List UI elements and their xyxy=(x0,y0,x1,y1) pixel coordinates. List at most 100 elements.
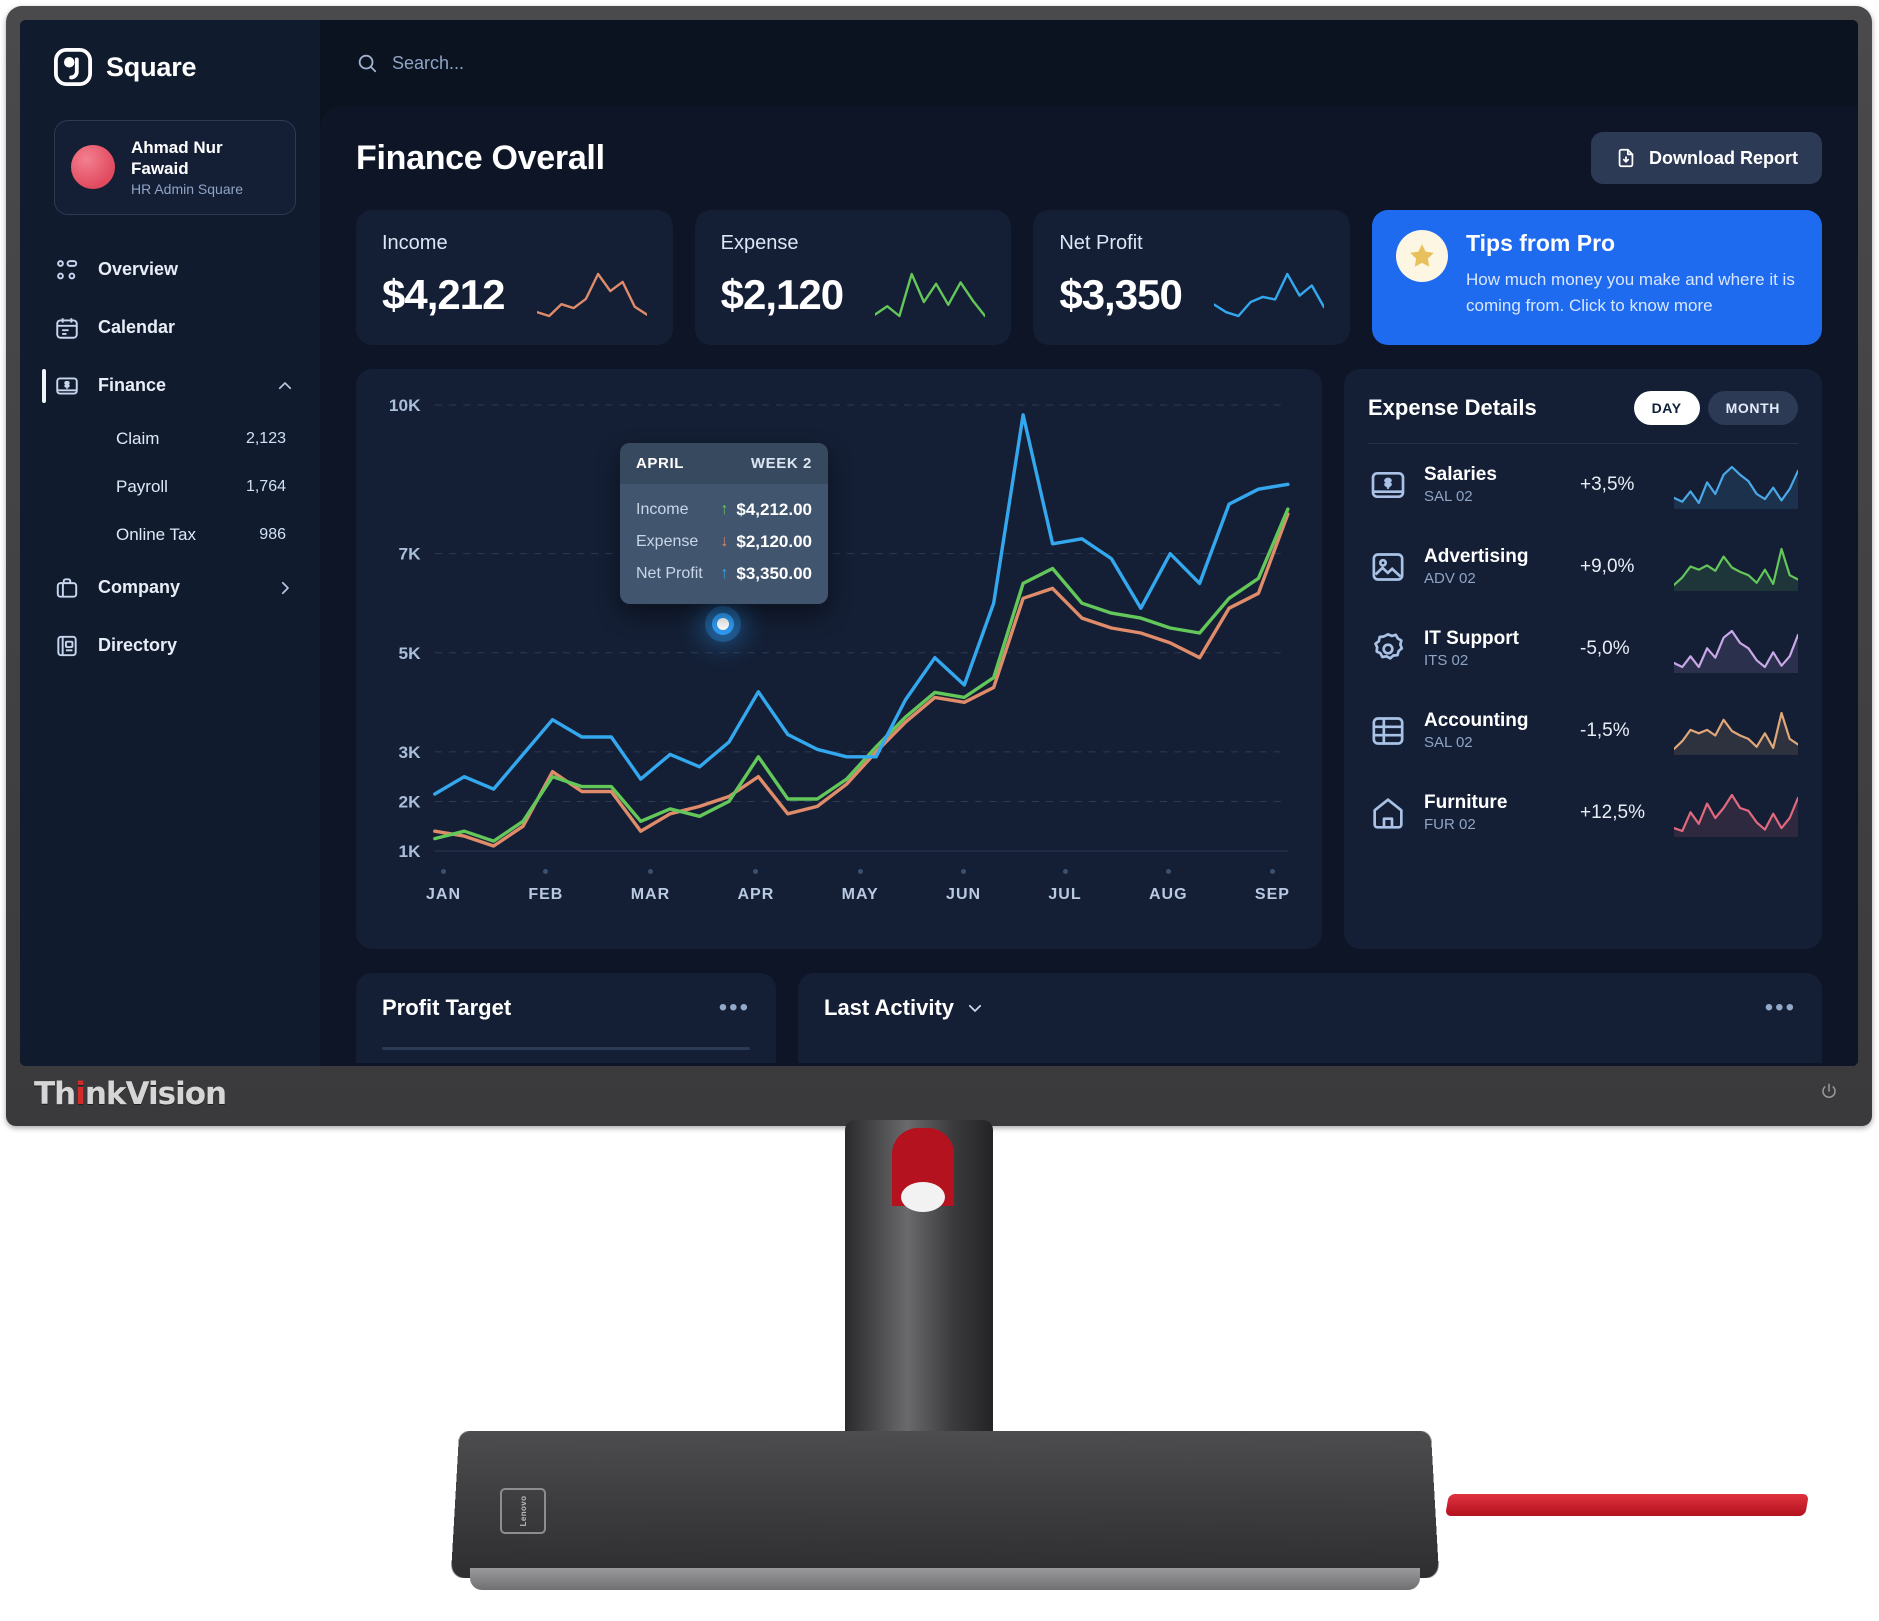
expense-row-it-support[interactable]: IT Support ITS 02 -5,0% xyxy=(1368,608,1798,690)
finance-line-chart-card: 10K 7K 5K 3K 2K 1K APRIL WEEK 2 Income ↑… xyxy=(356,369,1322,949)
stat-value: $2,120 xyxy=(720,271,844,318)
monitor-base-foot xyxy=(470,1568,1420,1590)
brand[interactable]: Square xyxy=(20,20,320,108)
chevron-down-icon[interactable] xyxy=(966,999,984,1017)
chart-highlight-point[interactable] xyxy=(712,613,734,635)
tooltip-body: Income ↑ $4,212.00 Expense ↓ $2,120.00 N… xyxy=(620,484,828,604)
power-icon[interactable] xyxy=(1820,1082,1838,1100)
arrow-up-icon: ↑ xyxy=(720,565,729,582)
salaries-sparkline xyxy=(1674,461,1798,509)
search-icon xyxy=(358,54,377,73)
expense-row-advertising[interactable]: Advertising ADV 02 +9,0% xyxy=(1368,526,1798,608)
furniture-sparkline xyxy=(1674,789,1798,837)
topbar xyxy=(320,20,1858,106)
monitor-body: ThinkVision Square Ahmad Nur Fawaid HR A… xyxy=(6,6,1872,1126)
lenovo-badge: Lenovo xyxy=(500,1488,546,1534)
sidebar-subitem-label: Payroll xyxy=(116,476,168,496)
expense-code: ADV 02 xyxy=(1424,570,1476,588)
profile-card[interactable]: Ahmad Nur Fawaid HR Admin Square xyxy=(54,120,296,215)
profit-target-header: Profit Target ••• xyxy=(382,995,750,1021)
expense-row-accounting[interactable]: Accounting SAL 02 -1,5% xyxy=(1368,690,1798,772)
sidebar-subitem-online-tax[interactable]: Online Tax 986 xyxy=(20,511,320,559)
app-root: Square Ahmad Nur Fawaid HR Admin Square xyxy=(20,20,1858,1066)
tick-dot-icon xyxy=(647,869,653,874)
chart-tooltip: APRIL WEEK 2 Income ↑ $4,212.00 Expense … xyxy=(620,443,828,604)
file-download-icon xyxy=(1618,148,1634,168)
monitor-scene: ThinkVision Square Ahmad Nur Fawaid HR A… xyxy=(0,0,1879,1621)
svg-text:7K: 7K xyxy=(399,544,422,564)
expense-name: Advertising xyxy=(1424,546,1529,568)
expense-sparkline xyxy=(875,269,985,321)
x-axis-tick: JUN xyxy=(946,869,981,904)
arrow-down-icon: ↓ xyxy=(720,533,729,550)
briefcase-icon xyxy=(56,578,78,598)
search-bar[interactable] xyxy=(356,52,732,74)
sidebar-subitem-claim[interactable]: Claim 2,123 xyxy=(20,415,320,463)
stat-card-income[interactable]: Income $4,212 xyxy=(356,210,673,345)
last-activity-title[interactable]: Last Activity xyxy=(824,995,984,1021)
arrow-up-icon: ↑ xyxy=(720,501,729,518)
grid-icon xyxy=(57,259,78,280)
last-activity-header: Last Activity ••• xyxy=(824,995,1796,1021)
search-input[interactable] xyxy=(392,52,732,74)
tooltip-value: $3,350.00 xyxy=(736,564,812,583)
sidebar-item-directory[interactable]: Directory xyxy=(20,617,320,675)
tips-description: How much money you make and where it is … xyxy=(1466,270,1795,315)
stat-card-net-profit[interactable]: Net Profit $3,350 xyxy=(1033,210,1351,345)
chart-plot-area: 10K 7K 5K 3K 2K 1K APRIL WEEK 2 Income ↑… xyxy=(382,395,1296,865)
expense-row-salaries[interactable]: Salaries SAL 02 +3,5% xyxy=(1368,444,1798,526)
stat-cards-row: Income $4,212 Expense $2,120 Net Profit … xyxy=(356,210,1823,345)
chart-zone: 10K 7K 5K 3K 2K 1K APRIL WEEK 2 Income ↑… xyxy=(356,369,1822,949)
svg-text:10K: 10K xyxy=(389,395,421,415)
finance-line-chart: 10K 7K 5K 3K 2K 1K xyxy=(389,395,1296,861)
expense-row-furniture[interactable]: Furniture FUR 02 +12,5% xyxy=(1368,772,1798,854)
download-report-button[interactable]: Download Report xyxy=(1591,132,1822,184)
stat-card-expense[interactable]: Expense $2,120 xyxy=(694,210,1012,345)
sidebar-item-calendar[interactable]: Calendar xyxy=(20,299,320,357)
x-axis-label: JAN xyxy=(426,886,462,903)
sidebar: Square Ahmad Nur Fawaid HR Admin Square xyxy=(20,20,320,1066)
star-badge xyxy=(1396,230,1449,282)
tooltip-key: Income xyxy=(636,501,689,518)
tick-dot-icon xyxy=(1165,869,1171,874)
bill-icon xyxy=(1371,472,1405,498)
expense-name: Salaries xyxy=(1424,464,1497,486)
x-axis-label: FEB xyxy=(528,886,564,903)
tick-dot-icon xyxy=(961,869,967,874)
main-area: Finance Overall Download Report xyxy=(320,20,1858,1066)
tooltip-pointer xyxy=(712,603,736,604)
stand-red-accent xyxy=(1445,1494,1809,1516)
svg-text:3K: 3K xyxy=(399,742,422,762)
tick-dot-icon xyxy=(857,869,863,874)
tips-from-pro-card[interactable]: Tips from Pro How much money you make an… xyxy=(1372,210,1823,345)
x-axis-label: MAY xyxy=(841,886,879,903)
home-icon xyxy=(1373,798,1403,829)
expense-details-card: Expense Details DAY MONTH Salaries SAL 0… xyxy=(1344,369,1822,949)
chevron-up-icon[interactable] xyxy=(276,377,294,395)
tooltip-key: Net Profit xyxy=(636,565,703,582)
svg-text:5K: 5K xyxy=(399,643,422,663)
sidebar-subitem-payroll[interactable]: Payroll 1,764 xyxy=(20,463,320,511)
toggle-month-button[interactable]: MONTH xyxy=(1707,391,1798,425)
more-dots-icon[interactable]: ••• xyxy=(719,996,750,1020)
svg-text:1K: 1K xyxy=(399,841,422,861)
toggle-day-button[interactable]: DAY xyxy=(1633,391,1700,425)
sidebar-subitem-count: 986 xyxy=(259,525,286,543)
expense-details-title: Expense Details xyxy=(1368,395,1537,420)
finance-bill-icon xyxy=(56,377,78,395)
sidebar-nav: Overview Calendar Finance Claim 2,123 Pa… xyxy=(20,241,320,675)
x-axis-label: JUL xyxy=(1048,886,1082,903)
expense-code: SAL 02 xyxy=(1424,488,1473,506)
sidebar-item-company[interactable]: Company xyxy=(20,559,320,617)
more-dots-icon[interactable]: ••• xyxy=(1765,996,1796,1020)
sidebar-item-finance[interactable]: Finance xyxy=(20,357,320,415)
expense-code: SAL 02 xyxy=(1424,734,1473,752)
x-axis-label: MAR xyxy=(630,886,671,903)
content-panel: Finance Overall Download Report Income $… xyxy=(320,106,1858,1066)
page-title: Finance Overall xyxy=(356,138,605,177)
tooltip-value-wrap: ↓ $2,120.00 xyxy=(720,532,812,552)
sidebar-subitem-count: 2,123 xyxy=(245,429,286,447)
expense-percent: -1,5% xyxy=(1580,720,1630,741)
sidebar-item-overview[interactable]: Overview xyxy=(20,241,320,299)
chevron-right-icon[interactable] xyxy=(276,579,294,597)
